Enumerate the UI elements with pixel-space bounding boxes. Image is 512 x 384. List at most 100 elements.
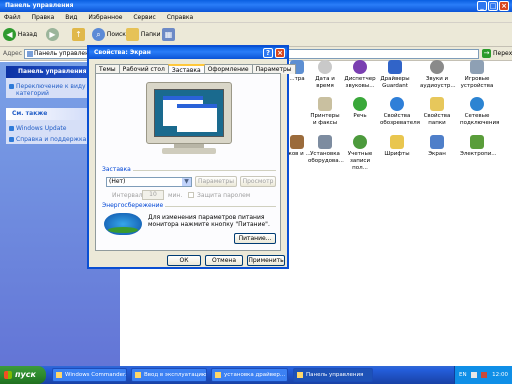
menu-help[interactable]: Справка — [167, 14, 193, 21]
dialog-tabs: Темы Рабочий стол Заставка Оформление Параме… — [95, 63, 296, 75]
clock-icon — [318, 60, 332, 74]
window-title: Панель управления — [5, 2, 74, 9]
task-windows-commander[interactable]: Windows Commander... — [52, 368, 127, 382]
energy-group-title: Энергосбережение — [102, 202, 166, 209]
folders-button[interactable]: Папки — [126, 27, 161, 43]
power-icon — [470, 135, 484, 149]
views-grid-icon: ▦ — [162, 28, 175, 41]
fonts-folder-icon — [390, 135, 404, 149]
cp-item-sounds-audio[interactable]: Звуки и аудиоустр... — [420, 60, 456, 90]
energy-group: Энергосбережение Для изменения параметро… — [102, 202, 276, 246]
folders-label: Папки — [140, 31, 161, 38]
cp-item-datetime[interactable]: Дата и время — [308, 60, 342, 90]
folders-icon — [126, 28, 139, 41]
toolbar: ◀ Назад ▶ ↑ ⌕ Поиск Папки ▦ — [0, 23, 512, 47]
apply-button[interactable]: Применить — [247, 255, 285, 266]
interval-spinner[interactable]: 10 — [142, 190, 164, 200]
taskbar: пуск Windows Commander... Ввод в эксплуа… — [0, 366, 512, 384]
preview-button[interactable]: Просмотр — [240, 176, 276, 187]
password-checkbox[interactable] — [188, 192, 194, 198]
driver-icon — [388, 60, 402, 74]
speech-icon — [353, 97, 367, 111]
cp-item-add-hardware[interactable]: Установка оборудова... — [308, 135, 344, 165]
interval-unit: мин. — [168, 192, 183, 199]
menu-bar: Файл Правка Вид Избранное Сервис Справка — [0, 12, 512, 23]
monitor-base — [162, 148, 216, 154]
cp-item-speech[interactable]: Речь — [343, 97, 377, 120]
help-button[interactable]: ? — [263, 48, 273, 58]
dialog-title: Свойства: Экран — [94, 49, 151, 56]
network-icon — [470, 97, 484, 111]
cp-item-power[interactable]: Электропи... — [460, 135, 497, 158]
password-label: Защита паролем — [197, 192, 251, 199]
cp-item-printers[interactable]: Принтеры и факсы — [308, 97, 342, 127]
cp-item-internet-options[interactable]: Свойства обозревателя — [380, 97, 420, 127]
cp-item-fonts[interactable]: Шрифты — [380, 135, 414, 158]
minimize-button[interactable]: _ — [477, 1, 487, 11]
energy-text: Для изменения параметров питания монитор… — [148, 214, 270, 228]
views-button[interactable]: ▦ — [162, 27, 175, 43]
dialog-close-button[interactable]: × — [275, 48, 285, 58]
folder-icon — [430, 97, 444, 111]
cancel-button[interactable]: Отмена — [205, 255, 243, 266]
menu-view[interactable]: Вид — [65, 14, 77, 21]
cp-item-folder-options[interactable]: Свойства папки — [420, 97, 454, 127]
up-folder-button[interactable]: ↑ — [72, 27, 85, 43]
cp-item-network[interactable]: Сетевые подключения — [460, 97, 499, 127]
clock: 12:00 — [492, 372, 508, 378]
menu-favorites[interactable]: Избранное — [88, 14, 122, 21]
screensaver-value: (Нет) — [109, 178, 126, 185]
screensaver-settings-button[interactable]: Параметры — [195, 176, 237, 187]
start-button[interactable]: пуск — [0, 366, 46, 384]
task-commissioning[interactable]: Ввод в эксплуатацию... — [131, 368, 207, 382]
monitor-icon — [430, 135, 444, 149]
hardware-icon — [318, 135, 332, 149]
go-button[interactable]: Переход — [482, 49, 512, 59]
up-folder-icon: ↑ — [72, 28, 85, 41]
tray-icon[interactable] — [481, 371, 488, 378]
interval-label: Интервал: — [112, 192, 145, 199]
menu-edit[interactable]: Правка — [32, 14, 55, 21]
system-tray: EN 12:00 — [454, 366, 512, 384]
cp-item-display[interactable]: Экран — [420, 135, 454, 158]
search-label: Поиск — [106, 31, 126, 38]
globe-icon — [390, 97, 404, 111]
display-properties-dialog: Свойства: Экран ? × Темы Рабочий стол Заст… — [87, 45, 296, 269]
maximize-button[interactable]: □ — [488, 1, 498, 11]
explorer-titlebar: Панель управления _ □ × — [0, 0, 512, 12]
cp-item-guardant[interactable]: Драйверы Guardant — [378, 60, 412, 90]
task-control-panel[interactable]: Панель управления — [293, 368, 373, 382]
search-button[interactable]: ⌕ Поиск — [92, 27, 126, 43]
address-label: Адрес — [3, 50, 23, 57]
chevron-down-icon[interactable]: ▼ — [182, 178, 191, 186]
search-icon: ⌕ — [92, 28, 105, 41]
back-label: Назад — [17, 31, 38, 38]
applet-icon — [290, 135, 304, 149]
forward-button[interactable]: ▶ — [46, 27, 59, 43]
ok-button[interactable]: ОК — [167, 255, 201, 266]
energy-star-icon — [104, 213, 142, 235]
close-button[interactable]: × — [499, 1, 509, 11]
power-button[interactable]: Питание... — [234, 233, 276, 244]
monitor-screen — [154, 89, 224, 137]
start-label: пуск — [15, 370, 36, 379]
tray-icon[interactable] — [471, 371, 478, 378]
language-indicator[interactable]: EN — [459, 372, 467, 378]
cp-item-user-accounts[interactable]: Учетные записи пол... — [343, 135, 377, 172]
forward-arrow-icon: ▶ — [46, 28, 59, 41]
screensaver-group-title: Заставка — [102, 166, 133, 173]
back-button[interactable]: ◀ Назад — [3, 27, 37, 43]
menu-tools[interactable]: Сервис — [133, 14, 155, 21]
menu-file[interactable]: Файл — [4, 14, 21, 21]
task-driver-install[interactable]: установка драйвер... — [211, 368, 288, 382]
gamepad-icon — [470, 60, 484, 74]
cp-item-game-controllers[interactable]: Игровые устройства — [460, 60, 494, 90]
dialog-titlebar: Свойства: Экран ? × — [89, 47, 287, 59]
screensaver-select[interactable]: (Нет) ▼ — [106, 177, 192, 187]
screensaver-tab-page: Заставка (Нет) ▼ Параметры Просмотр Инте… — [95, 73, 281, 251]
printer-icon — [318, 97, 332, 111]
cp-item-sound-manager[interactable]: Диспетчер звуковы... — [343, 60, 377, 90]
audio-icon — [430, 60, 444, 74]
back-arrow-icon: ◀ — [3, 28, 16, 41]
monitor-bezel — [146, 82, 232, 144]
